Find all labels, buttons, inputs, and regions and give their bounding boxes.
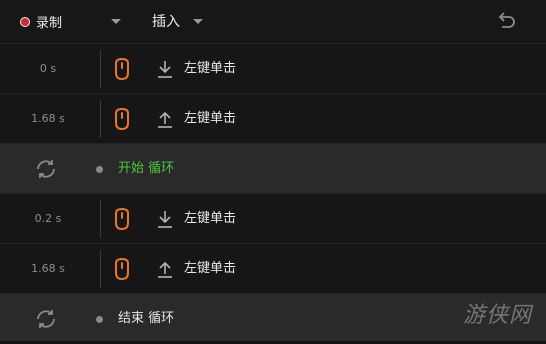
mouse-icon [115, 257, 129, 281]
step-action: 左键单击 [184, 211, 237, 226]
bullet-dot [96, 316, 103, 323]
step-row[interactable]: 1.68 s 左键单击 [0, 243, 546, 293]
watermark-logo: 游侠网 [462, 303, 532, 328]
bullet-dot [96, 166, 103, 173]
loop-icon [37, 160, 55, 178]
toolbar: 录制 插入 [0, 0, 546, 43]
record-label: 录制 [36, 16, 63, 31]
arrow-down-icon [158, 211, 172, 228]
step-action: 左键单击 [184, 261, 237, 276]
divider [100, 200, 101, 238]
loop-icon [37, 310, 55, 328]
mouse-icon [115, 207, 129, 231]
step-time: 1.68 s [31, 112, 65, 125]
step-row[interactable]: 0.2 s 左键单击 [0, 193, 546, 243]
insert-menu[interactable]: 插入 [152, 11, 180, 31]
step-row[interactable]: 1.68 s 左键单击 [0, 93, 546, 143]
step-row[interactable]: 0 s 左键单击 [0, 43, 546, 93]
record-dropdown-caret-icon[interactable] [111, 19, 121, 24]
insert-dropdown-caret-icon[interactable] [193, 19, 203, 24]
step-time: 0.2 s [34, 212, 62, 225]
loop-start-row[interactable]: 开始 循环 [0, 143, 546, 193]
mouse-icon [115, 107, 129, 131]
step-time: 1.68 s [31, 262, 65, 275]
divider [100, 100, 101, 138]
step-action: 左键单击 [184, 111, 237, 126]
step-time: 0 s [39, 62, 57, 75]
arrow-up-icon [158, 261, 172, 278]
loop-end-label: 结束 循环 [118, 311, 175, 326]
divider [100, 50, 101, 88]
record-button[interactable]: 录制 [20, 12, 62, 31]
loop-start-label: 开始 循环 [118, 161, 175, 176]
arrow-up-icon [158, 111, 172, 128]
mouse-icon [115, 57, 129, 81]
undo-icon[interactable] [494, 8, 518, 32]
record-dot-icon [20, 16, 30, 27]
step-action: 左键单击 [184, 61, 237, 76]
divider [100, 250, 101, 288]
arrow-down-icon [158, 61, 172, 78]
